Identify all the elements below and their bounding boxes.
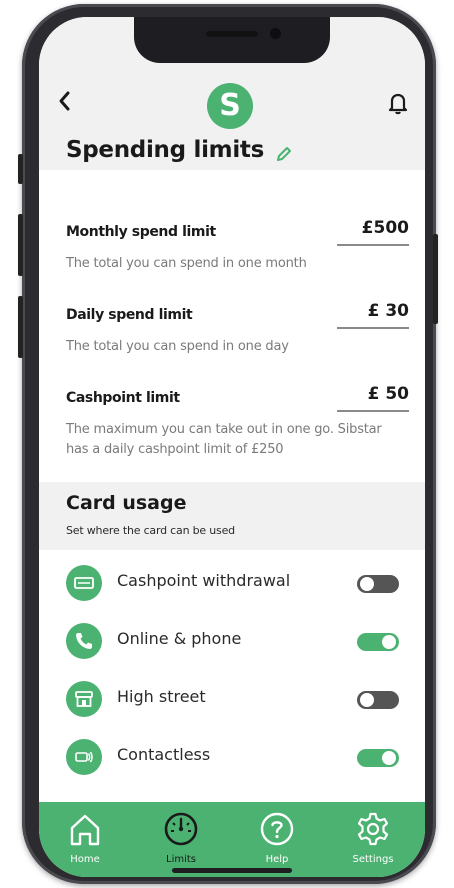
nav-settings[interactable]: Settings — [333, 810, 413, 872]
section-subtitle: Set where the card can be used — [66, 524, 235, 537]
usage-row-high-street: High street — [39, 673, 425, 731]
limit-value-input[interactable]: £ 50 — [368, 384, 409, 404]
home-indicator — [172, 868, 292, 873]
nav-label: Home — [70, 854, 100, 865]
nav-label: Settings — [352, 854, 394, 865]
usage-row-contactless: Contactless — [39, 731, 425, 789]
gear-icon — [357, 812, 389, 846]
contactless-icon — [66, 739, 102, 775]
online-phone-toggle[interactable] — [357, 633, 399, 651]
bottom-nav: Home Limits Help Settings — [39, 802, 425, 877]
value-underline — [337, 327, 409, 329]
pencil-icon — [277, 147, 291, 161]
limits-section: Monthly spend limit £500 The total you c… — [39, 170, 425, 482]
volume-down-button — [18, 296, 23, 358]
toggle-knob — [360, 577, 374, 591]
toggle-knob — [382, 751, 396, 765]
high-street-toggle[interactable] — [357, 691, 399, 709]
gauge-icon — [164, 812, 198, 846]
help-icon — [260, 812, 294, 846]
usage-row-cashpoint: Cashpoint withdrawal — [39, 557, 425, 615]
notch — [134, 17, 330, 63]
nav-label: Help — [265, 854, 289, 865]
nav-label: Limits — [166, 854, 196, 865]
bell-icon — [388, 93, 408, 115]
limit-value-input[interactable]: £500 — [362, 218, 409, 238]
app-screen: S Spending limits Monthly spend limit £5… — [39, 17, 425, 877]
usage-label: Cashpoint withdrawal — [117, 571, 291, 590]
limit-label: Cashpoint limit — [66, 390, 180, 406]
back-button[interactable] — [53, 87, 77, 115]
notifications-button[interactable] — [387, 91, 409, 115]
page-title: Spending limits — [66, 137, 264, 163]
power-button — [433, 234, 438, 324]
nav-home[interactable]: Home — [45, 810, 125, 872]
limit-description: The maximum you can take out in one go. … — [66, 422, 382, 457]
phone-icon — [66, 623, 102, 659]
shop-icon — [66, 681, 102, 717]
limit-description: The total you can spend in one day — [66, 339, 289, 354]
usage-label: High street — [117, 687, 206, 706]
toggle-knob — [360, 693, 374, 707]
edit-button[interactable] — [275, 145, 293, 163]
camera — [270, 28, 281, 39]
usage-label: Online & phone — [117, 629, 242, 648]
card-usage-list: Cashpoint withdrawal Online & phone High… — [39, 550, 425, 802]
limit-value-input[interactable]: £ 30 — [368, 301, 409, 321]
limit-label: Daily spend limit — [66, 307, 193, 323]
value-underline — [337, 244, 409, 246]
silent-switch — [18, 154, 23, 184]
speaker — [206, 31, 258, 37]
contactless-toggle[interactable] — [357, 749, 399, 767]
cashpoint-toggle[interactable] — [357, 575, 399, 593]
card-usage-header: Card usage Set where the card can be use… — [39, 482, 425, 550]
usage-row-online: Online & phone — [39, 615, 425, 673]
home-icon — [70, 814, 100, 846]
cash-icon — [66, 565, 102, 601]
nav-help[interactable]: Help — [237, 810, 317, 872]
value-underline — [337, 410, 409, 412]
toggle-knob — [382, 635, 396, 649]
chevron-left-icon — [59, 91, 70, 111]
limit-description: The total you can spend in one month — [66, 256, 307, 271]
volume-up-button — [18, 214, 23, 276]
section-title: Card usage — [66, 492, 187, 514]
brand-logo: S — [207, 83, 253, 129]
usage-label: Contactless — [117, 745, 211, 764]
limit-label: Monthly spend limit — [66, 224, 216, 240]
nav-limits[interactable]: Limits — [141, 810, 221, 872]
